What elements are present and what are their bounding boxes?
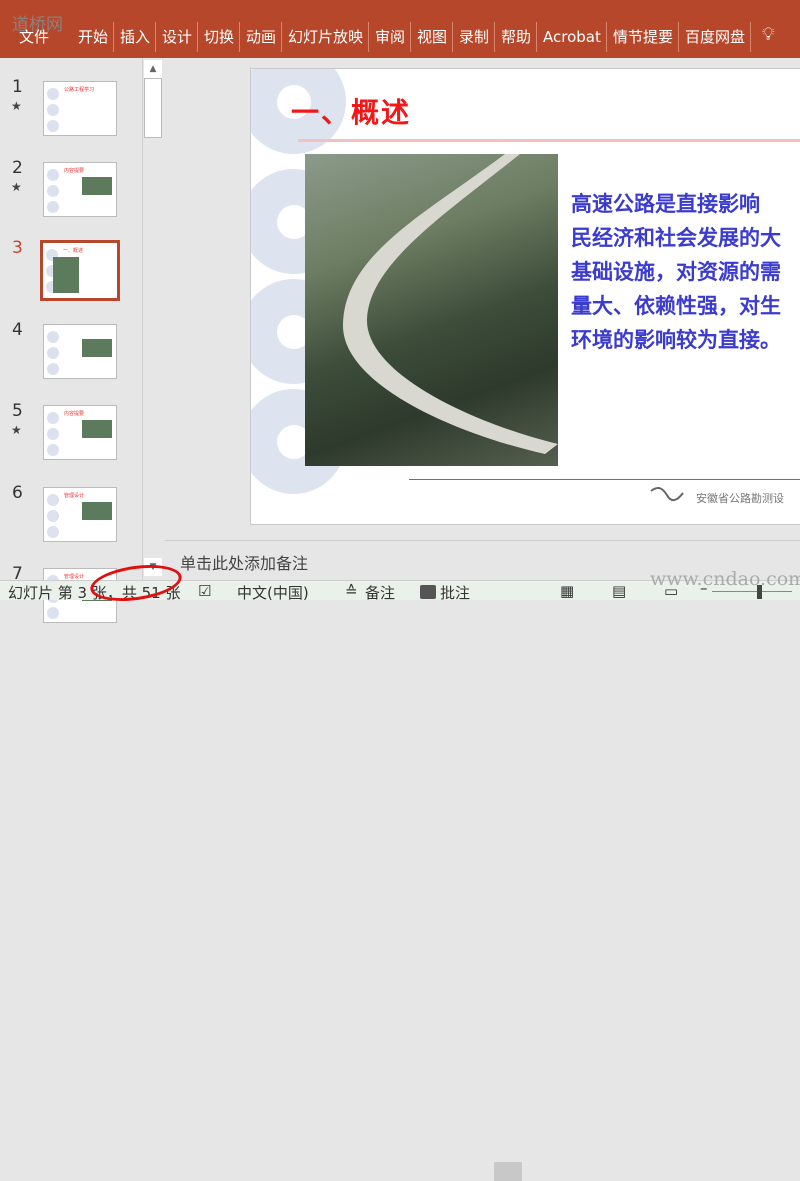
tab-storyboard[interactable]: 情节提要 bbox=[608, 22, 680, 52]
thumbnail-scrollbar[interactable]: ▲ ▼ bbox=[142, 58, 162, 580]
body-line: 高速公路是直接影响 bbox=[571, 192, 760, 216]
reading-view-icon[interactable]: ▤ bbox=[612, 582, 626, 600]
thumbnail-image bbox=[82, 339, 112, 357]
notes-toggle-icon[interactable]: ≙ bbox=[345, 582, 358, 600]
comments-icon[interactable] bbox=[420, 585, 436, 599]
thumbnail-title: 管理设计 bbox=[64, 493, 85, 499]
tab-baidu-netdisk[interactable]: 百度网盘 bbox=[680, 22, 752, 52]
slide-thumbnail[interactable]: 内容提要 bbox=[43, 162, 117, 217]
thumbnail-number: 3 bbox=[12, 238, 23, 258]
thumbnail-title: 一、概述 bbox=[63, 248, 84, 254]
tab-file[interactable]: 文件 bbox=[14, 22, 54, 52]
normal-view-button[interactable] bbox=[494, 1162, 522, 1181]
watermark: www.cndao.com bbox=[650, 568, 800, 590]
tab-insert[interactable]: 插入 bbox=[115, 22, 157, 52]
slide-footer-text: 安徽省公路勘测设 bbox=[696, 492, 784, 505]
tab-transitions[interactable]: 切换 bbox=[199, 22, 241, 52]
thumbnail-image bbox=[82, 420, 112, 438]
body-line: 量大、依赖性强，对生 bbox=[571, 294, 781, 318]
thumbnail-title: 公路工程学习 bbox=[64, 87, 95, 93]
body-line: 民经济和社会发展的大 bbox=[571, 226, 781, 250]
slide-thumbnail[interactable]: 一、概述 bbox=[40, 240, 120, 301]
animation-star-icon: ★ bbox=[11, 423, 22, 437]
thumbnail-title: 内容提要 bbox=[64, 168, 85, 174]
animation-star-icon: ★ bbox=[11, 180, 22, 194]
scroll-up-icon[interactable]: ▲ bbox=[144, 60, 162, 78]
scroll-thumb[interactable] bbox=[144, 78, 162, 138]
tab-slideshow[interactable]: 幻灯片放映 bbox=[283, 22, 370, 52]
thumbnail-image bbox=[53, 257, 79, 293]
footer-logo-icon bbox=[650, 487, 684, 501]
thumbnail-image bbox=[82, 502, 112, 520]
ribbon: 道桥网 文件 开始 插入 设计 切换 动画 幻灯片放映 审阅 视图 录制 帮助 … bbox=[0, 0, 800, 58]
thumbnail-number: 2 bbox=[12, 158, 23, 178]
thumbnail-number: 5 bbox=[12, 401, 23, 421]
lightbulb-icon[interactable]: 💡︎ bbox=[762, 24, 775, 45]
footer-line bbox=[409, 479, 800, 480]
notes-placeholder[interactable]: 单击此处添加备注 bbox=[180, 550, 308, 574]
title-underline bbox=[298, 139, 800, 142]
animation-star-icon: ★ bbox=[11, 99, 22, 113]
thumbnail-title: 管理设计 bbox=[64, 574, 85, 580]
tab-animations[interactable]: 动画 bbox=[241, 22, 283, 52]
tab-view[interactable]: 视图 bbox=[412, 22, 454, 52]
slide-title[interactable]: 一、概述 bbox=[291, 91, 411, 131]
tab-design[interactable]: 设计 bbox=[157, 22, 199, 52]
spellcheck-icon[interactable]: ☑ bbox=[198, 582, 211, 600]
tab-acrobat[interactable]: Acrobat bbox=[538, 22, 607, 52]
zoom-slider[interactable] bbox=[712, 591, 792, 592]
tab-review[interactable]: 审阅 bbox=[370, 22, 412, 52]
slide-thumbnail-pane: 1 ★ 公路工程学习 2 ★ 内容提要 3 一、概述 4 5 ★ 内容提要 6 管理设计 7 管理设计 bbox=[0, 58, 142, 623]
slide-thumbnail[interactable] bbox=[43, 324, 117, 379]
slide-sorter-icon[interactable]: ▦ bbox=[560, 582, 574, 600]
thumbnail-number: 6 bbox=[12, 483, 23, 503]
slide-thumbnail[interactable]: 内容提要 bbox=[43, 405, 117, 460]
thumbnail-title: 内容提要 bbox=[64, 411, 85, 417]
slide-thumbnail[interactable]: 公路工程学习 bbox=[43, 81, 117, 136]
body-line: 环境的影响较为直接。 bbox=[571, 328, 781, 352]
slide-thumbnail[interactable]: 管理设计 bbox=[43, 487, 117, 542]
slide-canvas[interactable]: 一、概述 高速公路是直接影响 民经济和社会发展的大 基础设施，对资源的需 量大、… bbox=[250, 68, 800, 525]
thumbnail-image bbox=[82, 177, 112, 195]
thumbnail-number: 4 bbox=[12, 320, 23, 340]
tab-help[interactable]: 帮助 bbox=[496, 22, 538, 52]
tab-home[interactable]: 开始 bbox=[73, 22, 115, 52]
thumbnail-number: 1 bbox=[12, 77, 23, 97]
body-line: 基础设施，对资源的需 bbox=[571, 260, 781, 284]
tab-record[interactable]: 录制 bbox=[454, 22, 496, 52]
highway-road-graphic bbox=[342, 154, 558, 454]
slide-body-text[interactable]: 高速公路是直接影响 民经济和社会发展的大 基础设施，对资源的需 量大、依赖性强，… bbox=[571, 187, 800, 357]
